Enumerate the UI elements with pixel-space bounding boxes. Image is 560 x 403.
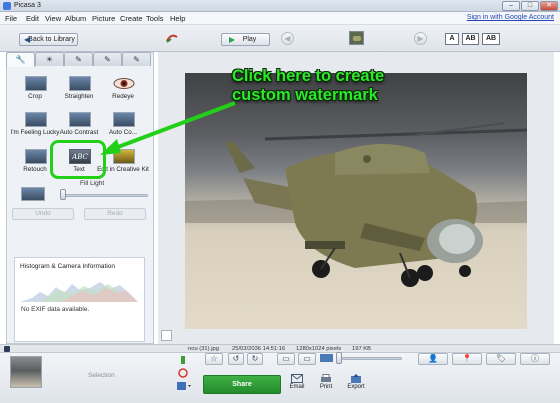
histogram-title: Histogram & Camera Information xyxy=(20,263,116,270)
text-size-medium-button[interactable]: AB xyxy=(462,33,479,45)
auto-contrast-icon xyxy=(69,112,91,127)
email-action[interactable]: Email xyxy=(286,374,308,390)
back-to-library-button[interactable]: ◀ Back to Library xyxy=(19,33,78,46)
rotate-pencil-icon[interactable] xyxy=(165,31,179,45)
close-button[interactable]: ✕ xyxy=(540,1,558,11)
tab-basic-fixes[interactable]: 🔧 xyxy=(6,52,35,67)
export-icon xyxy=(351,374,361,383)
menu-help[interactable]: Help xyxy=(170,14,185,23)
rotate-right-button[interactable]: ↻ xyxy=(247,353,263,365)
play-icon xyxy=(229,37,235,43)
previous-photo-button[interactable]: ◀ xyxy=(281,32,294,45)
callout-arrow-icon xyxy=(100,101,236,155)
eye-icon xyxy=(113,78,135,89)
export-action[interactable]: Export xyxy=(345,374,367,390)
text-size-small-button[interactable]: A xyxy=(445,33,459,45)
sign-in-link[interactable]: Sign in with Google Account xyxy=(467,14,554,21)
tab-more-effects[interactable]: ✎ xyxy=(93,52,122,66)
title-bar: Picasa 3 – □ ✕ xyxy=(0,0,560,12)
menu-view[interactable]: View xyxy=(45,14,61,23)
selection-thumbnail[interactable] xyxy=(10,356,42,388)
add-to-album-icon[interactable] xyxy=(176,381,192,391)
email-icon xyxy=(291,374,303,383)
rotate-left-button[interactable]: ↺ xyxy=(228,353,244,365)
maximize-button[interactable]: □ xyxy=(521,1,539,11)
redo-button[interactable]: Redo xyxy=(84,208,146,220)
play-slideshow-button[interactable]: Play xyxy=(221,33,270,46)
size-view-button[interactable]: ▭ xyxy=(298,353,316,365)
tab-color-effects[interactable]: ✎ xyxy=(122,52,151,66)
undo-button[interactable]: Undo xyxy=(12,208,74,220)
info-button[interactable]: ⓘ xyxy=(520,353,550,365)
print-icon xyxy=(321,374,331,382)
text-size-large-button[interactable]: AB xyxy=(482,33,500,45)
selection-label: Selection xyxy=(88,372,115,379)
clear-selection-icon[interactable] xyxy=(178,368,188,378)
tab-tuning[interactable]: ☀ xyxy=(35,52,64,66)
picasa-app-icon xyxy=(3,2,11,10)
callout-line-2: custom watermark xyxy=(232,86,378,104)
menu-bar: File Edit View Album Picture Create Tool… xyxy=(0,12,560,25)
play-label: Play xyxy=(242,36,257,43)
photo-thumb-toggle[interactable] xyxy=(161,330,172,341)
menu-create[interactable]: Create xyxy=(120,14,143,23)
email-label: Email xyxy=(289,384,305,390)
window-controls: – □ ✕ xyxy=(502,1,558,11)
fill-light-slider-track[interactable] xyxy=(60,194,148,197)
hold-green-pin-icon[interactable] xyxy=(178,355,188,365)
callout-line-1: Click here to create xyxy=(232,67,385,85)
people-button[interactable]: 👤 xyxy=(418,353,448,365)
window-title: Picasa 3 xyxy=(14,2,41,9)
minimize-button[interactable]: – xyxy=(502,1,520,11)
menu-picture[interactable]: Picture xyxy=(92,14,115,23)
histogram-graph xyxy=(20,282,138,302)
crop-icon xyxy=(25,76,47,91)
thumbnail-size-slider-handle[interactable] xyxy=(336,352,342,364)
zoom-thumbnail-icon xyxy=(320,354,333,362)
fill-light-label: Fill Light xyxy=(80,180,105,187)
places-button[interactable]: 📍 xyxy=(452,353,482,365)
menu-edit[interactable]: Edit xyxy=(26,14,39,23)
fill-light-preview-icon xyxy=(21,187,45,201)
menu-file[interactable]: File xyxy=(5,14,17,23)
straighten-icon xyxy=(69,76,91,91)
next-photo-button[interactable]: ▶ xyxy=(414,32,427,45)
thumbnail-size-slider-track[interactable] xyxy=(336,357,402,360)
menu-album[interactable]: Album xyxy=(65,14,86,23)
exif-status-text: No EXIF data available. xyxy=(21,306,90,313)
photo-info-bar: nou (31).jpg 25/03/2036 14:51:16 1280x10… xyxy=(0,344,560,352)
share-button[interactable]: Share xyxy=(203,375,281,394)
current-photo-thumbnail[interactable] xyxy=(349,31,364,45)
feeling-lucky-icon xyxy=(25,112,47,127)
caption-view-button[interactable]: ▭ xyxy=(277,353,295,365)
back-arrow-icon: ◀ xyxy=(24,35,31,44)
print-label: Print xyxy=(319,384,333,390)
tab-effects[interactable]: ✎ xyxy=(64,52,93,66)
tags-button[interactable]: 🏷 xyxy=(486,353,516,365)
fill-light-slider-handle[interactable] xyxy=(60,189,66,200)
watermark-callout-text: Click here to create custom watermark xyxy=(232,67,384,105)
edit-tabs: 🔧 ☀ ✎ ✎ ✎ xyxy=(6,52,154,67)
export-label: Export xyxy=(347,384,365,390)
retouch-icon xyxy=(25,149,47,164)
star-button[interactable]: ☆ xyxy=(205,353,223,365)
menu-tools[interactable]: Tools xyxy=(146,14,164,23)
back-to-library-label: Back to Library xyxy=(28,36,75,43)
print-action[interactable]: Print xyxy=(315,374,337,390)
